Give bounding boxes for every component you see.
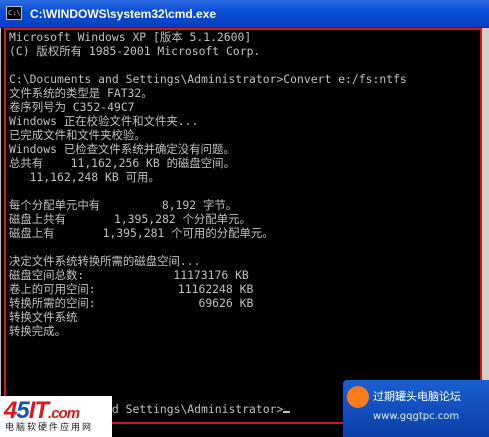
console-line: Windows 已检查文件系统并确定没有问题。	[9, 142, 235, 156]
watermark-text: 过期罐头电脑论坛	[373, 390, 461, 403]
logo-char: 4	[4, 397, 17, 424]
console-line: C:\Documents and Settings\Administrator>…	[9, 72, 407, 86]
title-bar[interactable]: C:\ C:\WINDOWS\system32\cmd.exe	[0, 0, 489, 28]
console-line: 决定文件系统转换所需的磁盘空间...	[9, 254, 201, 268]
console-line: 已完成文件和文件夹校验。	[9, 128, 146, 142]
console-line: Microsoft Windows XP [版本 5.1.2600]	[9, 30, 252, 44]
console-line: 磁盘上有 1,395,281 个可用的分配单元。	[9, 226, 274, 240]
vertical-scrollbar[interactable]	[482, 28, 489, 437]
console-line: 文件系统的类型是 FAT32。	[9, 86, 153, 100]
logo-char: IT	[28, 397, 49, 424]
console-output[interactable]: Microsoft Windows XP [版本 5.1.2600] (C) 版…	[0, 28, 482, 437]
site-logo: 45IT.com 电脑软硬件应用网	[0, 396, 112, 437]
console-line: 11,162,248 KB 可用。	[9, 170, 160, 184]
forum-watermark: 过期罐头电脑论坛 www.gqgtpc.com	[343, 380, 489, 437]
watermark-url: www.gqgtpc.com	[373, 411, 460, 422]
logo-char: .com	[48, 405, 80, 422]
console-line: 转换完成。	[9, 324, 66, 338]
console-line: 转换所需的空间: 69626 KB	[9, 296, 254, 310]
cmd-window: C:\ C:\WINDOWS\system32\cmd.exe Microsof…	[0, 0, 489, 437]
forum-logo-icon	[347, 386, 369, 408]
console-line: 总共有 11,162,256 KB 的磁盘空间。	[9, 156, 235, 170]
console-icon[interactable]: C:\	[6, 6, 22, 20]
text-cursor	[283, 411, 291, 413]
console-line: 每个分配单元中有 8,192 字节。	[9, 198, 238, 212]
logo-subtitle: 电脑软硬件应用网	[5, 423, 94, 433]
console-line: Windows 正在校验文件和文件夹...	[9, 114, 199, 128]
console-line: 磁盘上共有 1,395,282 个分配单元。	[9, 212, 251, 226]
console-line: 磁盘空间总数: 11173176 KB	[9, 268, 249, 282]
console-line: 转换文件系统	[9, 310, 78, 324]
console-line: (C) 版权所有 1985-2001 Microsoft Corp.	[9, 44, 261, 58]
console-line: 卷序列号为 C352-49C7	[9, 100, 135, 114]
window-title: C:\WINDOWS\system32\cmd.exe	[30, 7, 217, 21]
console-line: 卷上的可用空间: 11162248 KB	[9, 282, 254, 296]
logo-char: 5	[16, 397, 29, 424]
